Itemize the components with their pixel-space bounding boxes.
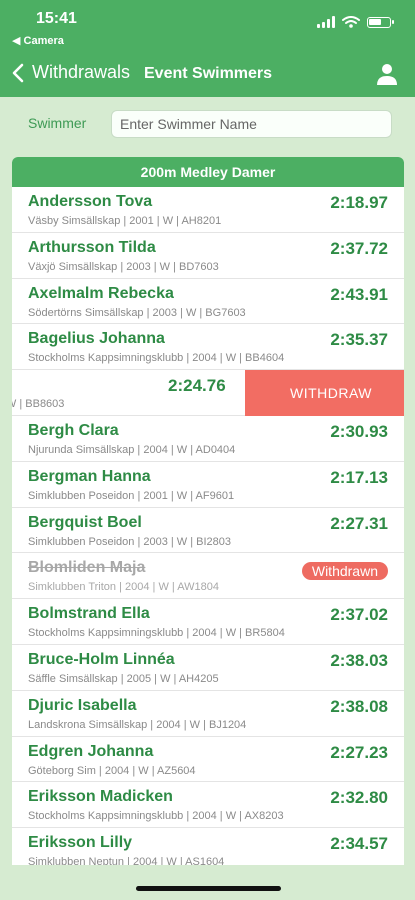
swimmer-details: Väsby Simsällskap | 2001 | W | AH8201 (28, 215, 222, 227)
swimmer-name: Eriksson Lilly (28, 834, 133, 852)
cellular-signal-icon (317, 16, 335, 28)
swimmer-details: Stockholms Kappsimningsklubb | 2004 | W … (28, 810, 284, 823)
swimmer-row[interactable]: Axelmalm Rebecka Södertörns Simsällskap … (12, 278, 404, 325)
swimmer-name: Bergman Hanna (28, 467, 151, 485)
swimmer-row[interactable]: Bergman Hanna Simklubben Poseidon | 2001… (12, 461, 404, 508)
event-title: 200m Medley Damer (12, 157, 404, 187)
back-button[interactable]: Withdrawals (10, 62, 130, 83)
swimmer-label: Swimmer (28, 115, 87, 131)
wifi-icon (342, 16, 360, 28)
swimmer-time: 2:30.93 (330, 421, 388, 441)
chevron-left-icon (12, 63, 24, 82)
swimmer-time: 2:18.97 (330, 193, 388, 212)
swimmer-details: Stockholms Kappsimningsklubb | 2004 | W … (28, 352, 285, 365)
swimmer-details: Simklubben Neptun | 2004 | W | AS1604 (28, 856, 225, 865)
swimmer-time: 2:38.08 (330, 696, 388, 716)
swimmer-details: Simklubben Triton | 2004 | W | AW1804 (28, 581, 219, 594)
swimmer-details: Säffle Simsällskap | 2005 | W | AH4205 (28, 672, 219, 685)
swimmer-details: Simklubben Poseidon | 2003 | W | BI2803 (28, 535, 232, 548)
swimmer-details: Simklubben Poseidon | 2001 | W | AF9601 (28, 489, 235, 502)
swimmer-row[interactable]: Eriksson Lilly Simklubben Neptun | 2004 … (12, 828, 404, 865)
status-bar: 15:41 ◀ Camera (0, 0, 415, 50)
swimmer-name: Eriksson Madicken (28, 788, 173, 806)
swimmer-time: 2:27.31 (330, 513, 388, 533)
swimmer-name: Edgren Johanna (28, 742, 154, 760)
swimmer-time: 2:37.72 (330, 238, 388, 258)
swimmer-details: Södertörns Simsällskap | 2003 | W | BG76… (28, 306, 246, 319)
swimmer-row[interactable]: Bergquist Boel Simklubben Poseidon | 200… (12, 507, 404, 554)
swimmer-details: Stockholms Kappsimningsklubb | 2004 | W … (28, 627, 285, 640)
swimmer-row[interactable]: Edgren Johanna Göteborg Sim | 2004 | W |… (12, 736, 404, 783)
swimmer-name: Andersson Tova (28, 193, 153, 210)
swimmer-row-swiped[interactable]: | W | BB8603 2:24.76 WITHDRAW (12, 370, 404, 417)
swimmer-details: | W | BB8603 (12, 398, 65, 411)
swimmer-time: 2:34.57 (330, 834, 388, 854)
back-button-label: Withdrawals (32, 62, 131, 82)
swimmer-row[interactable]: Djuric Isabella Landskrona Simsällskap |… (12, 690, 404, 737)
swimmer-name: Bolmstrand Ella (28, 605, 150, 623)
battery-icon (367, 16, 394, 28)
home-indicator[interactable] (136, 886, 281, 891)
swimmer-name: Djuric Isabella (28, 696, 137, 714)
swimmer-time: 2:32.80 (330, 788, 388, 808)
swimmer-search-input[interactable] (111, 110, 392, 138)
swimmer-time: 2:38.03 (330, 650, 388, 670)
user-icon[interactable] (375, 62, 399, 86)
swimmer-time: 2:24.76 (168, 376, 226, 396)
swimmer-time: 2:17.13 (330, 467, 388, 487)
search-row: Swimmer (0, 110, 415, 140)
withdraw-button[interactable]: WITHDRAW (245, 370, 404, 417)
swimmer-details: Landskrona Simsällskap | 2004 | W | BJ12… (28, 718, 247, 731)
swimmer-row[interactable]: Eriksson Madicken Stockholms Kappsimning… (12, 782, 404, 829)
swimmer-row[interactable]: Bagelius Johanna Stockholms Kappsimnings… (12, 324, 404, 371)
swimmer-name: Bergquist Boel (28, 513, 142, 531)
withdrawn-badge: Withdrawn (301, 562, 388, 581)
page-title: Event Swimmers (144, 65, 273, 82)
event-swimmer-list: 200m Medley Damer Andersson Tova Väsby S… (12, 157, 404, 865)
swimmer-time: 2:37.02 (330, 605, 388, 625)
swimmer-name: Blomliden Maja (28, 559, 146, 577)
swimmer-details: Göteborg Sim | 2004 | W | AZ5604 (28, 764, 196, 777)
swimmer-row[interactable]: Bruce-Holm Linnéa Säffle Simsällskap | 2… (12, 644, 404, 691)
swimmer-row[interactable]: Arthursson Tilda Växjö Simsällskap | 200… (12, 232, 404, 279)
swimmer-row[interactable]: Bolmstrand Ella Stockholms Kappsimningsk… (12, 599, 404, 645)
swimmer-time: 2:43.91 (330, 284, 388, 304)
navigation-bar: Withdrawals Event Swimmers (0, 50, 415, 97)
swimmer-row[interactable]: Bergh Clara Njurunda Simsällskap | 2004 … (12, 415, 404, 462)
swimmer-details: Njurunda Simsällskap | 2004 | W | AD0404 (28, 443, 236, 456)
status-time: 15:41 (36, 10, 77, 27)
swimmer-time: 2:35.37 (330, 330, 388, 350)
swimmer-name: Arthursson Tilda (28, 238, 156, 256)
status-icons (317, 16, 394, 28)
swimmer-row-withdrawn[interactable]: Blomliden Maja Simklubben Triton | 2004 … (12, 553, 404, 600)
swimmer-name: Bagelius Johanna (28, 330, 165, 348)
swimmer-name: Bergh Clara (28, 421, 119, 439)
swimmer-name: Bruce-Holm Linnéa (28, 650, 175, 668)
back-to-app-link[interactable]: ◀ Camera (12, 34, 64, 47)
swimmer-details: Växjö Simsällskap | 2003 | W | BD7603 (28, 260, 219, 273)
swimmer-time: 2:27.23 (330, 742, 388, 762)
swimmer-row[interactable]: Andersson Tova Väsby Simsällskap | 2001 … (12, 187, 404, 233)
swimmer-name: Axelmalm Rebecka (28, 284, 174, 302)
